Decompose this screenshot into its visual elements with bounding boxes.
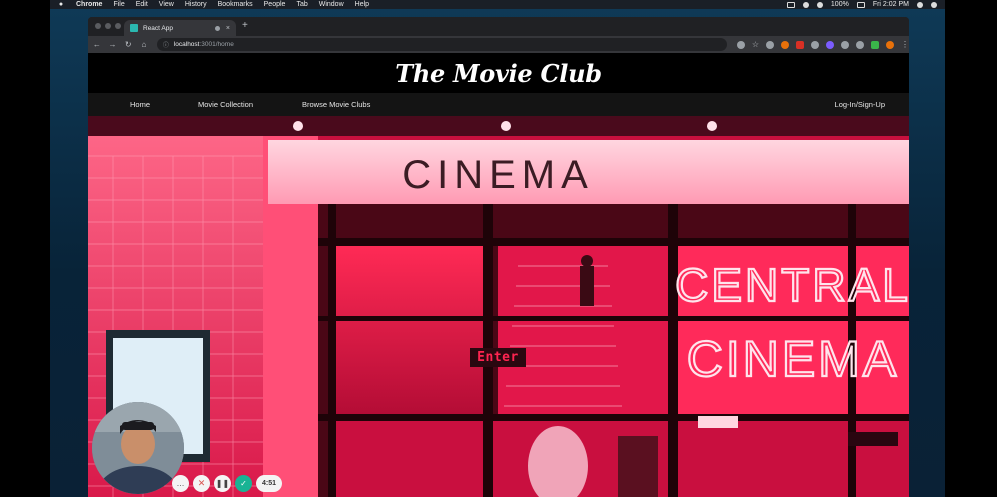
nav-browse-clubs-link[interactable]: Browse Movie Clubs — [302, 100, 370, 109]
close-window-icon[interactable] — [95, 23, 101, 29]
wifi-icon[interactable] — [816, 1, 823, 8]
mac-menubar: ● Chrome File Edit View History Bookmark… — [50, 0, 945, 9]
zoom-window-icon[interactable] — [115, 23, 121, 29]
extension-icon[interactable] — [825, 40, 834, 49]
site-navbar: Home Movie Collection Browse Movie Clubs… — [88, 93, 909, 116]
menu-view[interactable]: View — [159, 1, 174, 8]
site-info-icon[interactable]: ⓘ — [163, 40, 169, 49]
left-letterbox — [0, 0, 50, 497]
recorder-controls: … ✕ ❚❚ ✓ 4:51 — [172, 474, 283, 492]
extension-icon[interactable] — [795, 40, 804, 49]
reload-button[interactable]: ↻ — [121, 40, 135, 49]
menu-tab[interactable]: Tab — [296, 1, 307, 8]
recorder-finish-button[interactable]: ✓ — [235, 474, 252, 492]
extension-icon[interactable] — [780, 40, 789, 49]
puzzle-icon[interactable] — [840, 40, 849, 49]
menu-edit[interactable]: Edit — [136, 1, 148, 8]
site-title: The Movie Club — [395, 58, 602, 88]
battery-icon[interactable] — [856, 1, 865, 8]
neon-central-text: CENTRAL — [675, 259, 909, 311]
back-button[interactable]: ← — [90, 40, 104, 49]
extension-bar: ☆ ⋮ — [736, 40, 909, 49]
menubar-clock[interactable]: Fri 2:02 PM — [873, 1, 909, 8]
menu-app-name[interactable]: Chrome — [76, 1, 102, 8]
presenter-avatar — [92, 402, 184, 494]
extension-icon[interactable] — [810, 40, 819, 49]
tab-strip: React App × + — [88, 17, 909, 36]
marquee-text: CINEMA — [402, 153, 594, 197]
screen-record-icon[interactable] — [786, 1, 795, 8]
new-tab-button[interactable]: + — [242, 20, 248, 31]
time-machine-icon[interactable] — [802, 1, 809, 8]
nav-home-link[interactable]: Home — [130, 100, 150, 109]
menu-window[interactable]: Window — [319, 1, 344, 8]
tab-react-app[interactable]: React App × — [124, 20, 236, 36]
recorder-pause-button[interactable]: ❚❚ — [214, 474, 231, 492]
menu-bookmarks[interactable]: Bookmarks — [218, 1, 253, 8]
tab-close-icon[interactable]: × — [226, 25, 230, 32]
battery-percent: 100% — [830, 1, 849, 8]
webcam-bubble[interactable] — [92, 402, 184, 494]
forward-button[interactable]: → — [106, 40, 120, 49]
tab-title: React App — [143, 24, 173, 32]
siri-icon[interactable] — [931, 1, 937, 8]
tab-recording-icon — [214, 25, 220, 31]
enter-button[interactable]: Enter — [470, 348, 526, 367]
search-icon[interactable] — [917, 1, 923, 8]
bookmark-star-icon[interactable]: ☆ — [752, 40, 759, 49]
minimize-window-icon[interactable] — [105, 23, 111, 29]
url-host: localhost — [173, 41, 200, 48]
cast-icon[interactable] — [855, 40, 864, 49]
nav-movie-collection-link[interactable]: Movie Collection — [198, 100, 253, 109]
react-favicon-icon — [130, 24, 138, 32]
menu-help[interactable]: Help — [355, 1, 369, 8]
recorder-timer: 4:51 — [256, 474, 283, 492]
extension-icon[interactable] — [870, 40, 879, 49]
site-header: The Movie Club — [88, 53, 909, 93]
camera-icon[interactable] — [736, 40, 745, 49]
address-bar[interactable]: ⓘ localhost :3001/home — [156, 38, 727, 51]
url-path: :3001/home — [199, 41, 234, 48]
recorder-more-button[interactable]: … — [172, 474, 189, 492]
apple-icon[interactable]: ● — [56, 1, 66, 8]
neon-cinema-text: CINEMA — [687, 331, 899, 387]
menu-history[interactable]: History — [185, 1, 207, 8]
menu-file[interactable]: File — [113, 1, 124, 8]
nav-login-signup-link[interactable]: Log-In/Sign-Up — [835, 100, 885, 109]
browser-toolbar: ← → ↻ ⌂ ⓘ localhost :3001/home ☆ ⋮ — [88, 36, 909, 53]
browser-window: React App × + ← → ↻ ⌂ ⓘ localhost :3001/… — [88, 17, 909, 497]
profile-avatar[interactable] — [885, 40, 894, 49]
menu-people[interactable]: People — [264, 1, 286, 8]
kebab-menu-icon[interactable]: ⋮ — [901, 40, 909, 49]
recorder-cancel-button[interactable]: ✕ — [193, 474, 210, 492]
cinema-photo: CINEMA CENTRAL CINEMA — [88, 116, 909, 497]
web-page: The Movie Club Home Movie Collection Bro… — [88, 53, 909, 497]
home-button[interactable]: ⌂ — [137, 40, 151, 49]
extension-icon[interactable] — [765, 40, 774, 49]
hero-cinema-image: CINEMA CENTRAL CINEMA Enter — [88, 116, 909, 497]
right-letterbox — [945, 0, 997, 497]
menubar-status-area: 100% Fri 2:02 PM — [786, 1, 945, 8]
